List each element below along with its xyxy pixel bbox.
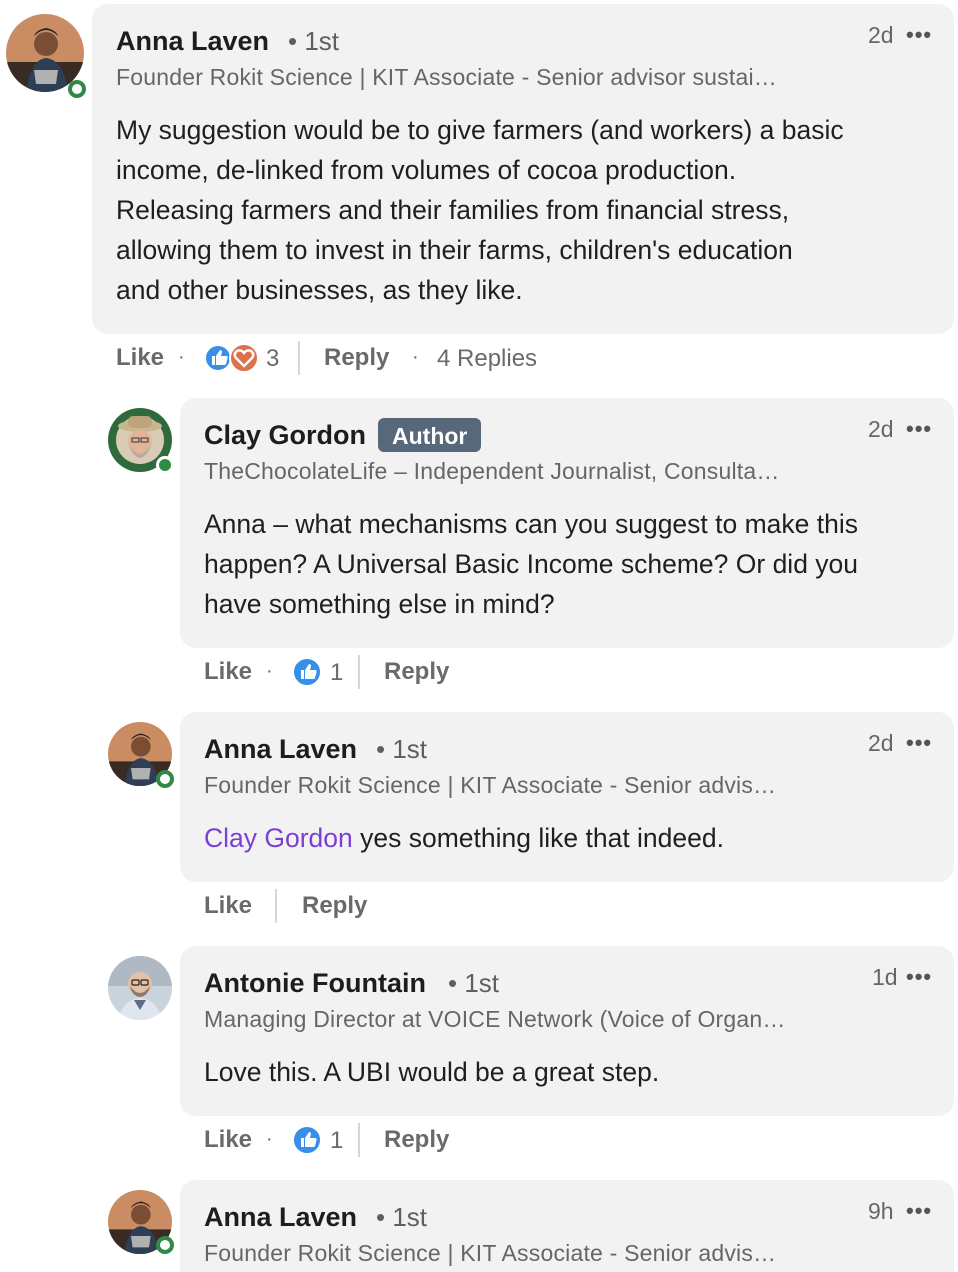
comment-line: Love this. A UBI would be a great step. (204, 1057, 660, 1087)
reaction-count[interactable]: 1 (330, 659, 343, 687)
more-options-button[interactable]: ••• (906, 22, 932, 48)
more-options-button[interactable]: ••• (906, 964, 932, 990)
like-icon (292, 1125, 322, 1155)
author-headline: Managing Director at VOICE Network (Voic… (204, 1006, 786, 1032)
reply-button[interactable]: Reply (384, 1126, 449, 1154)
like-button[interactable]: Like (116, 344, 164, 372)
comment-line: My suggestion would be to give farmers (… (116, 115, 844, 145)
author-badge: Author (378, 418, 482, 452)
comment-line: and other businesses, as they like. (116, 275, 523, 305)
comment-line: happen? A Universal Basic Income scheme?… (204, 549, 859, 579)
divider (358, 1123, 360, 1157)
author-headline: Founder Rokit Science | KIT Associate - … (204, 772, 777, 798)
connection-degree: • 1st (376, 734, 428, 764)
comment-line: Anna – what mechanisms can you suggest t… (204, 509, 859, 539)
comment-timestamp: 2d (868, 730, 894, 756)
author-name[interactable]: Antonie Fountain (204, 968, 426, 999)
author-name[interactable]: Anna Laven (204, 734, 357, 765)
reactions-summary[interactable] (291, 1124, 323, 1156)
like-button[interactable]: Like (204, 1126, 252, 1154)
mention-link[interactable]: Clay Gordon (204, 823, 353, 853)
reply-button[interactable]: Reply (384, 658, 449, 686)
like-icon (292, 657, 322, 687)
author-headline: TheChocolateLife – Independent Journalis… (204, 458, 780, 484)
separator-dot: · (266, 1128, 273, 1150)
more-options-button[interactable]: ••• (906, 730, 932, 756)
avatar[interactable] (108, 1190, 174, 1254)
avatar[interactable] (108, 722, 174, 788)
comment-timestamp: 9h (868, 1198, 894, 1224)
comment-line: allowing them to invest in their farms, … (116, 235, 793, 265)
avatar[interactable] (108, 408, 174, 474)
online-status-icon (68, 80, 86, 98)
comment-text: My suggestion would be to give farmers (… (116, 110, 844, 310)
reply-button[interactable]: Reply (324, 344, 389, 372)
love-icon (229, 343, 259, 373)
reactions-summary[interactable] (204, 342, 260, 374)
like-button[interactable]: Like (204, 892, 252, 920)
separator-dot: · (266, 660, 273, 682)
comment-timestamp: 2d (868, 416, 894, 442)
comment-line: Releasing farmers and their families fro… (116, 195, 790, 225)
reply-button[interactable]: Reply (302, 892, 367, 920)
reaction-count[interactable]: 1 (330, 1127, 343, 1155)
comment-line: income, de-linked from volumes of cocoa … (116, 155, 737, 185)
comment-line: yes something like that indeed. (352, 823, 724, 853)
connection-degree: • 1st (448, 968, 500, 998)
divider (275, 889, 277, 923)
separator-dot: · (412, 346, 419, 368)
replies-count-link[interactable]: 4 Replies (437, 345, 537, 373)
comment-text: Love this. A UBI would be a great step. (204, 1052, 659, 1092)
comment-timestamp: 2d (868, 22, 894, 48)
divider (298, 341, 300, 375)
comment-text: Clay Gordon yes something like that inde… (204, 818, 724, 858)
comment-text: Anna – what mechanisms can you suggest t… (204, 504, 858, 624)
online-status-icon (156, 770, 174, 788)
comment-timestamp: 1d (872, 964, 898, 990)
reaction-count[interactable]: 3 (266, 345, 279, 373)
more-options-button[interactable]: ••• (906, 416, 932, 442)
like-button[interactable]: Like (204, 658, 252, 686)
author-name[interactable]: Anna Laven (116, 26, 269, 57)
separator-dot: · (178, 346, 185, 368)
author-name[interactable]: Anna Laven (204, 1202, 357, 1233)
author-headline: Founder Rokit Science | KIT Associate - … (204, 1240, 777, 1266)
divider (358, 655, 360, 689)
online-status-icon (156, 456, 174, 474)
reactions-summary[interactable] (291, 656, 323, 688)
more-options-button[interactable]: ••• (906, 1198, 932, 1224)
avatar[interactable] (6, 14, 86, 98)
connection-degree: • 1st (288, 26, 340, 56)
author-name[interactable]: Clay Gordon (204, 420, 366, 451)
avatar[interactable] (108, 956, 172, 1020)
connection-degree: • 1st (376, 1202, 428, 1232)
comment-line: have something else in mind? (204, 589, 555, 619)
online-status-icon (156, 1236, 174, 1254)
author-headline: Founder Rokit Science | KIT Associate - … (116, 64, 777, 90)
